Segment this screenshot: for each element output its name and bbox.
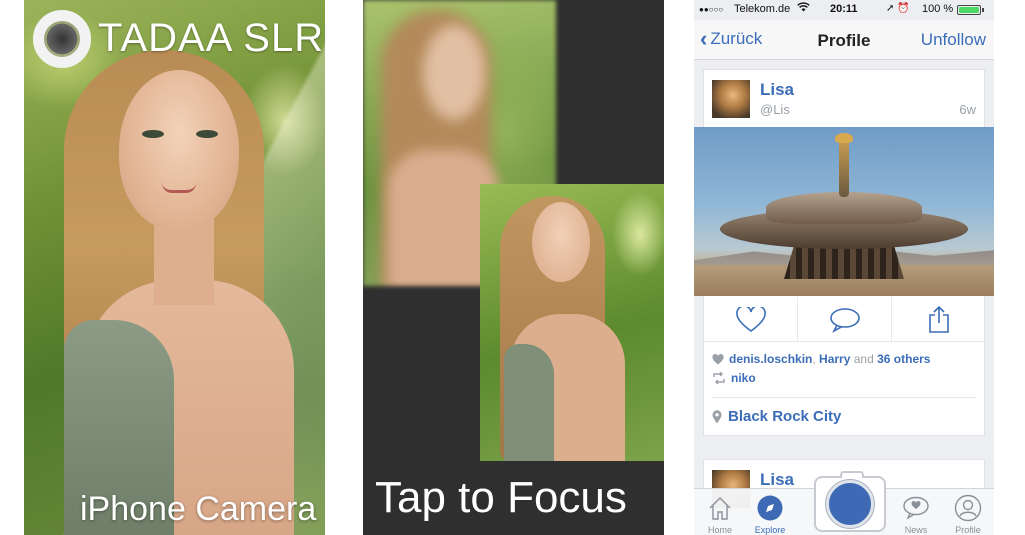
- battery-level: [959, 7, 979, 13]
- blurred-face: [423, 25, 485, 120]
- navigation-bar: ‹ Zurück Profile Unfollow: [694, 20, 994, 60]
- focused-face: [532, 202, 590, 282]
- tab-news[interactable]: News: [890, 492, 942, 535]
- phone-screen: ●●○○○ Telekom.de 20:11 ➚ ⏰ 100 % ‹ Zurüc…: [694, 0, 994, 535]
- like-others-link[interactable]: 36 others: [877, 352, 930, 366]
- heart-icon: [735, 306, 766, 332]
- focused-dress: [504, 344, 554, 461]
- model-smile: [162, 183, 196, 193]
- post-actions: [704, 297, 984, 342]
- comment-icon: [829, 307, 860, 333]
- promo-caption-focus: Tap to Focus: [375, 473, 627, 522]
- clock-time: 20:11: [830, 3, 858, 15]
- divider: [712, 397, 976, 398]
- wifi-icon: [797, 2, 810, 15]
- likes-line: denis.loschkin, Harry and 36 others: [712, 352, 930, 366]
- camera-capture-frame: [814, 471, 886, 532]
- likes-separator: ,: [812, 352, 816, 366]
- explore-icon: [757, 495, 783, 521]
- tab-profile-label: Profile: [955, 525, 981, 535]
- model-eye-right: [196, 130, 218, 138]
- unfollow-button[interactable]: Unfollow: [921, 30, 986, 50]
- tadaa-logo-icon: [33, 10, 91, 68]
- share-icon: [929, 305, 949, 333]
- news-icon: [903, 496, 929, 520]
- post-user-handle: @Lis: [760, 102, 790, 117]
- photo-statue: [839, 139, 849, 197]
- location-line[interactable]: Black Rock City: [712, 408, 841, 425]
- model-face: [119, 70, 239, 230]
- like-user-2[interactable]: Harry: [819, 352, 850, 366]
- photo-statue-head: [835, 133, 853, 143]
- post-timestamp: 6w: [959, 102, 976, 117]
- tab-profile[interactable]: Profile: [942, 492, 994, 535]
- like-user-1[interactable]: denis.loschkin: [729, 352, 812, 366]
- repost-icon: [713, 372, 725, 384]
- tab-news-label: News: [904, 525, 928, 535]
- battery-icon: [957, 5, 984, 15]
- tab-bar: Home Explore News Profile: [694, 471, 994, 535]
- like-button[interactable]: [704, 297, 798, 342]
- model-eye-left: [142, 130, 164, 138]
- battery-nub: [982, 8, 984, 12]
- alarm-icon: ➚ ⏰: [886, 3, 910, 14]
- tab-explore-label: Explore: [754, 525, 786, 535]
- heart-small-icon: [712, 353, 724, 364]
- carrier-name: Telekom.de: [734, 3, 791, 15]
- location-pin-icon: [712, 409, 722, 423]
- tab-home[interactable]: Home: [694, 492, 746, 535]
- likes-and: and: [853, 352, 874, 366]
- promo-panel-focus: Tap to Focus: [363, 0, 664, 535]
- promo-panel-camera: TADAA SLR iPhone Camera: [24, 0, 325, 535]
- post-user-name[interactable]: Lisa: [760, 470, 794, 490]
- focused-photo: [480, 184, 664, 461]
- app-logo-text: TADAA SLR: [98, 16, 325, 60]
- status-bar: ●●○○○ Telekom.de 20:11 ➚ ⏰ 100 %: [694, 0, 994, 20]
- share-button[interactable]: [892, 297, 986, 342]
- post-photo[interactable]: [694, 127, 994, 296]
- tab-home-label: Home: [707, 525, 732, 535]
- tab-explore[interactable]: Explore: [744, 492, 796, 535]
- battery-percent: 100 %: [922, 3, 954, 15]
- camera-notch: [840, 471, 864, 478]
- location-name: Black Rock City: [728, 408, 842, 425]
- comment-button[interactable]: [798, 297, 892, 342]
- repost-user[interactable]: niko: [731, 371, 756, 385]
- repost-line: niko: [712, 371, 756, 385]
- avatar[interactable]: [712, 80, 750, 118]
- camera-shutter-button[interactable]: [826, 480, 874, 528]
- screenshot-stage: TADAA SLR iPhone Camera Tap to Focus ●●○…: [0, 0, 1025, 535]
- post-user-name[interactable]: Lisa: [760, 80, 794, 100]
- home-icon: [709, 497, 731, 520]
- profile-icon: [954, 494, 982, 522]
- signal-strength-icon: ●●○○○: [699, 5, 724, 14]
- promo-caption-camera: iPhone Camera: [80, 490, 317, 528]
